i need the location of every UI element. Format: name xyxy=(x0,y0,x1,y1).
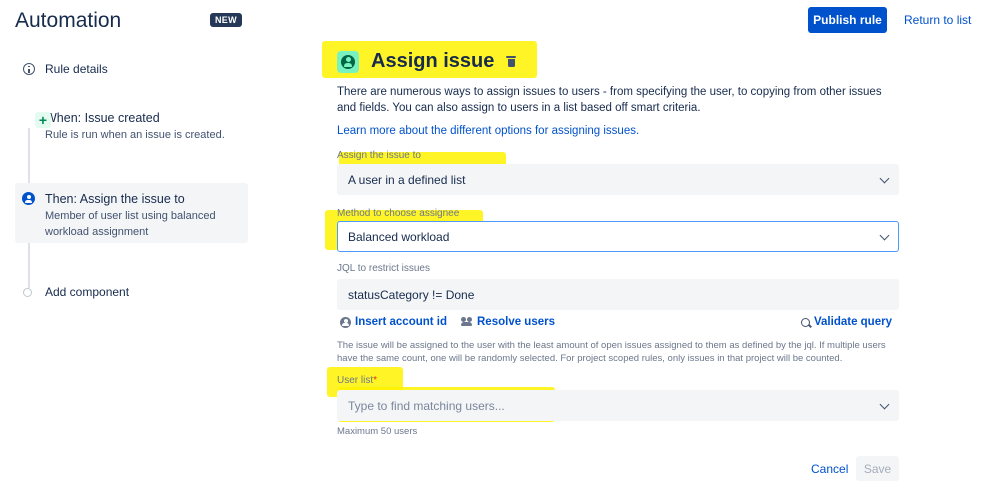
sidebar-item-label: Rule details xyxy=(45,62,108,76)
sidebar-step-trigger[interactable]: + When: Issue created Rule is run when a… xyxy=(15,104,248,156)
validate-query-button[interactable]: Validate query xyxy=(801,316,892,328)
cancel-button[interactable]: Cancel xyxy=(811,462,848,476)
assign-to-select[interactable]: A user in a defined list xyxy=(337,164,899,195)
person-icon xyxy=(340,316,351,328)
save-button[interactable]: Save xyxy=(856,456,899,481)
add-component-label: Add component xyxy=(45,285,130,299)
insert-account-id-label: Insert account id xyxy=(355,316,448,328)
user-list-label: User list* xyxy=(337,375,378,386)
people-icon xyxy=(461,317,473,327)
chevron-down-icon xyxy=(879,173,890,184)
resolve-users-label: Resolve users xyxy=(477,316,555,328)
learn-more-link[interactable]: Learn more about the different options f… xyxy=(337,125,639,137)
step-title: Then: Assign the issue to xyxy=(45,192,185,206)
assign-to-value: A user in a defined list xyxy=(348,172,466,187)
publish-rule-button[interactable]: Publish rule xyxy=(808,7,887,33)
jql-helper-text: The issue will be assigned to the user w… xyxy=(337,340,886,364)
user-list-placeholder: Type to find matching users... xyxy=(348,398,505,413)
user-list-hint: Maximum 50 users xyxy=(337,426,418,437)
sidebar-item-rule-details[interactable]: Rule details xyxy=(23,62,108,76)
chevron-down-icon xyxy=(879,399,890,410)
method-value: Balanced workload xyxy=(348,229,450,244)
trash-icon[interactable] xyxy=(506,55,517,68)
info-icon xyxy=(23,63,35,75)
chevron-down-icon xyxy=(879,230,890,241)
new-badge: NEW xyxy=(210,13,242,27)
jql-label: JQL to restrict issues xyxy=(337,263,430,274)
page-title: Automation xyxy=(15,9,122,32)
user-icon xyxy=(22,192,35,205)
resolve-users-button[interactable]: Resolve users xyxy=(461,316,555,328)
insert-account-id-button[interactable]: Insert account id xyxy=(340,316,447,328)
step-subtitle: Member of user list using balanced workl… xyxy=(45,210,216,238)
step-title: When: Issue created xyxy=(45,111,160,125)
assign-to-label: Assign the issue to xyxy=(337,150,421,161)
search-icon xyxy=(801,317,810,327)
jql-value: statusCategory != Done xyxy=(348,287,475,302)
method-label: Method to choose assignee xyxy=(337,208,460,219)
sidebar-step-action[interactable]: Then: Assign the issue to Member of user… xyxy=(15,183,248,243)
component-description: There are numerous ways to assign issues… xyxy=(337,86,882,114)
user-list-input[interactable]: Type to find matching users... xyxy=(337,390,899,421)
validate-query-label: Validate query xyxy=(814,316,892,328)
jql-input[interactable]: statusCategory != Done xyxy=(337,279,899,310)
component-header: Assign issue xyxy=(337,50,517,73)
component-title: Assign issue xyxy=(371,50,495,72)
method-select[interactable]: Balanced workload xyxy=(337,221,899,252)
return-to-list-link[interactable]: Return to list xyxy=(904,13,971,27)
step-subtitle: Rule is run when an issue is created. xyxy=(45,129,225,141)
required-mark: * xyxy=(373,375,378,386)
assign-user-icon xyxy=(337,50,359,73)
add-component-button[interactable]: Add component xyxy=(23,285,129,299)
circle-icon xyxy=(23,287,32,297)
plus-icon: + xyxy=(35,112,51,128)
